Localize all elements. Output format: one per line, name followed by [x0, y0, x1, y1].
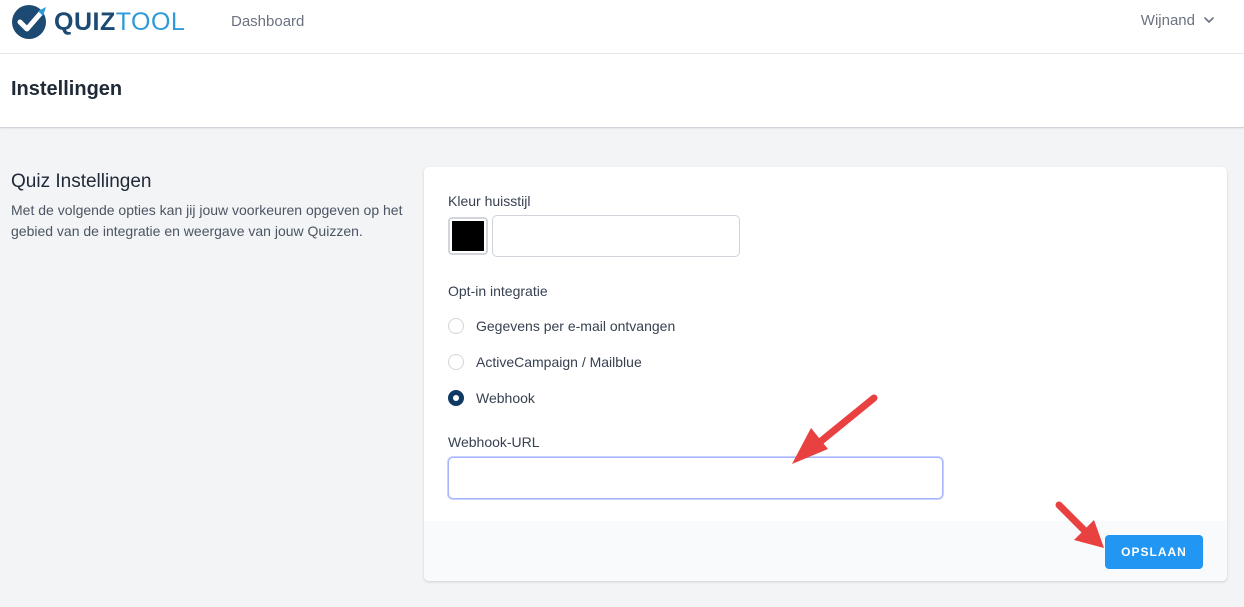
radio-webhook[interactable]	[448, 390, 464, 406]
radio-email[interactable]	[448, 318, 464, 334]
color-swatch-fill	[452, 221, 484, 251]
optin-option-webhook-label: Webhook	[476, 390, 535, 406]
optin-label: Opt-in integratie	[448, 283, 548, 299]
color-input[interactable]	[492, 215, 740, 257]
page-title: Instellingen	[11, 78, 123, 100]
webhook-url-label: Webhook-URL	[448, 434, 540, 450]
page-header: Instellingen	[0, 54, 1244, 128]
user-name: Wijnand	[1140, 12, 1195, 29]
card-footer: OPSLAAN	[424, 521, 1227, 581]
settings-card: Kleur huisstijl Opt-in integratie Gegeve…	[424, 167, 1227, 581]
optin-option-email[interactable]: Gegevens per e-mail ontvangen	[448, 318, 675, 334]
logo-text-tool: TOOL	[115, 8, 186, 36]
save-button[interactable]: OPSLAAN	[1105, 535, 1203, 569]
logo-text: QUIZTOOL	[54, 5, 185, 39]
nav-dashboard-link[interactable]: Dashboard	[231, 13, 304, 30]
color-label: Kleur huisstijl	[448, 193, 531, 209]
quiztool-logo[interactable]: QUIZTOOL	[10, 3, 185, 41]
optin-option-webhook[interactable]: Webhook	[448, 390, 535, 406]
quiztool-logo-icon	[12, 5, 46, 39]
logo-text-quiz: QUIZ	[54, 8, 116, 36]
chevron-down-icon	[1204, 17, 1214, 23]
color-swatch[interactable]	[448, 217, 488, 255]
webhook-url-input[interactable]	[448, 457, 943, 499]
top-navbar: QUIZTOOL Dashboard Wijnand	[0, 0, 1244, 54]
radio-activecampaign[interactable]	[448, 354, 464, 370]
optin-option-activecampaign[interactable]: ActiveCampaign / Mailblue	[448, 354, 642, 370]
user-menu[interactable]: Wijnand	[1141, 12, 1214, 29]
optin-option-activecampaign-label: ActiveCampaign / Mailblue	[476, 354, 642, 370]
section-description: Met de volgende opties kan jij jouw voor…	[11, 202, 403, 239]
section-title: Quiz Instellingen	[11, 171, 152, 192]
optin-option-email-label: Gegevens per e-mail ontvangen	[476, 318, 676, 334]
